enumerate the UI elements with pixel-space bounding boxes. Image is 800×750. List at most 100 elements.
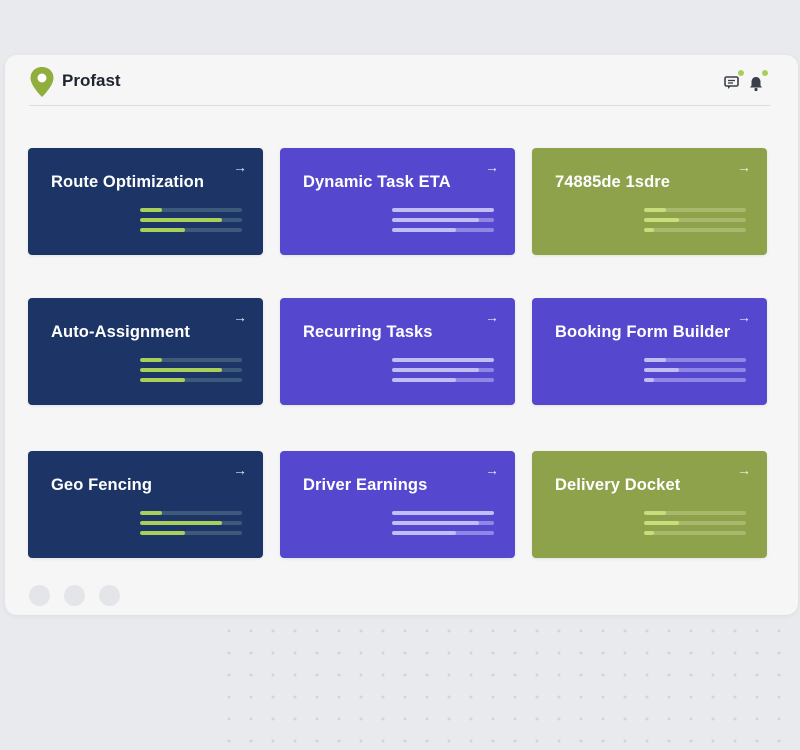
progress-bar: [644, 358, 746, 362]
progress-bar-fill: [392, 511, 494, 515]
progress-bar: [392, 531, 494, 535]
card-title: Geo Fencing: [51, 476, 153, 494]
progress-bars: [392, 358, 494, 388]
card-title: Dynamic Task ETA: [303, 173, 451, 191]
progress-bar-fill: [644, 521, 679, 525]
progress-bar-fill: [140, 531, 185, 535]
progress-bar: [644, 228, 746, 232]
pagination-dots: [29, 585, 134, 611]
page-dot[interactable]: [29, 585, 50, 606]
progress-bar-fill: [644, 378, 655, 382]
progress-bar: [140, 218, 242, 222]
progress-bars: [644, 208, 746, 238]
card-title: Driver Earnings: [303, 476, 428, 494]
progress-bars: [140, 208, 242, 238]
arrow-right-icon: →: [485, 159, 499, 175]
card-title: Booking Form Builder: [555, 323, 731, 341]
progress-bar: [140, 378, 242, 382]
progress-bar-fill: [644, 358, 667, 362]
progress-bar-fill: [392, 521, 479, 525]
progress-bars: [392, 511, 494, 541]
progress-bar-fill: [140, 368, 222, 372]
feature-card-recurring-tasks[interactable]: Recurring Tasks →: [280, 298, 515, 405]
progress-bar-fill: [644, 218, 679, 222]
chat-icon[interactable]: [724, 70, 744, 91]
arrow-right-icon: →: [233, 309, 247, 325]
app-header: Profast: [29, 65, 770, 106]
arrow-right-icon: →: [485, 309, 499, 325]
progress-bar-fill: [392, 531, 457, 535]
progress-bar: [392, 358, 494, 362]
brand-name: Profast: [62, 71, 121, 90]
progress-bar-fill: [644, 208, 667, 212]
progress-bar: [140, 521, 242, 525]
progress-bar-fill: [392, 228, 457, 232]
arrow-right-icon: →: [737, 159, 751, 175]
progress-bar: [140, 228, 242, 232]
progress-bar-fill: [392, 368, 479, 372]
progress-bar: [140, 531, 242, 535]
progress-bar: [644, 218, 746, 222]
progress-bar: [392, 378, 494, 382]
progress-bar-fill: [140, 358, 163, 362]
progress-bar-fill: [140, 521, 222, 525]
progress-bar-fill: [140, 208, 163, 212]
location-pin-logo-icon: [30, 67, 54, 97]
progress-bar-fill: [644, 511, 667, 515]
progress-bar-fill: [392, 378, 457, 382]
feature-card-delivery-docket[interactable]: Delivery Docket →: [532, 451, 767, 558]
progress-bar: [140, 368, 242, 372]
progress-bar-fill: [392, 358, 494, 362]
progress-bar: [392, 208, 494, 212]
notification-dot: [738, 70, 744, 76]
feature-card-driver-earnings[interactable]: Driver Earnings →: [280, 451, 515, 558]
progress-bar: [644, 531, 746, 535]
progress-bar: [644, 521, 746, 525]
card-title: Route Optimization: [51, 173, 205, 191]
progress-bar: [644, 208, 746, 212]
bell-icon[interactable]: [748, 70, 768, 92]
notification-dot: [762, 70, 768, 76]
progress-bar-fill: [644, 531, 655, 535]
progress-bar: [644, 378, 746, 382]
page-dot[interactable]: [64, 585, 85, 606]
progress-bar: [644, 368, 746, 372]
progress-bar-fill: [644, 228, 655, 232]
progress-bars: [644, 358, 746, 388]
progress-bar: [392, 521, 494, 525]
arrow-right-icon: →: [233, 462, 247, 478]
progress-bars: [140, 358, 242, 388]
arrow-right-icon: →: [737, 309, 751, 325]
card-title: Recurring Tasks: [303, 323, 433, 341]
feature-card-route-optimization[interactable]: Route Optimization →: [28, 148, 263, 255]
feature-card-geo-fencing[interactable]: Geo Fencing →: [28, 451, 263, 558]
dot-pattern-background: [210, 612, 790, 750]
progress-bars: [140, 511, 242, 541]
page-dot[interactable]: [99, 585, 120, 606]
progress-bar-fill: [392, 218, 479, 222]
progress-bar: [392, 368, 494, 372]
arrow-right-icon: →: [233, 159, 247, 175]
progress-bar: [140, 208, 242, 212]
arrow-right-icon: →: [485, 462, 499, 478]
progress-bar: [392, 218, 494, 222]
arrow-right-icon: →: [737, 462, 751, 478]
card-title: Auto-Assignment: [51, 323, 190, 341]
progress-bar: [644, 511, 746, 515]
feature-card-auto-assignment[interactable]: Auto-Assignment →: [28, 298, 263, 405]
feature-card-dynamic-task-eta[interactable]: Dynamic Task ETA →: [280, 148, 515, 255]
progress-bar: [392, 511, 494, 515]
progress-bar-fill: [140, 378, 185, 382]
progress-bar: [140, 511, 242, 515]
progress-bar-fill: [140, 228, 185, 232]
progress-bar: [392, 228, 494, 232]
progress-bar-fill: [644, 368, 679, 372]
card-title: 74885de 1sdre: [555, 173, 671, 191]
progress-bar-fill: [140, 511, 163, 515]
progress-bar-fill: [392, 208, 494, 212]
card-title: Delivery Docket: [555, 476, 681, 494]
feature-card-booking-form-builder[interactable]: Booking Form Builder →: [532, 298, 767, 405]
progress-bar: [140, 358, 242, 362]
feature-card-74885de-1sdre[interactable]: 74885de 1sdre →: [532, 148, 767, 255]
progress-bar-fill: [140, 218, 222, 222]
